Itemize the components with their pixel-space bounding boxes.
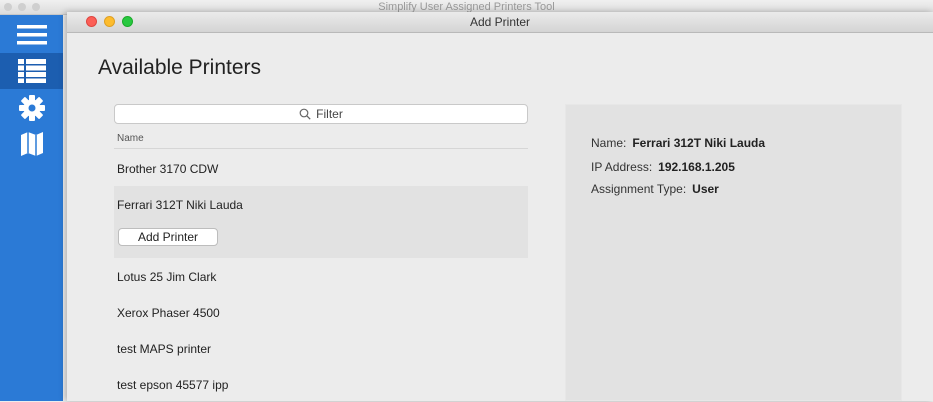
printer-name: test MAPS printer — [117, 342, 212, 356]
detail-ip-value: 192.168.1.205 — [658, 160, 735, 174]
window-titlebar[interactable]: Add Printer — [67, 12, 933, 33]
list-item[interactable]: Lotus 25 Jim Clark — [114, 258, 528, 294]
sidebar — [0, 15, 63, 401]
detail-type-label: Assignment Type: — [591, 182, 687, 196]
printer-list: Brother 3170 CDW Ferrari 312T Niki Lauda… — [114, 150, 528, 402]
printer-details-panel: Name: Ferrari 312T Niki Lauda IP Address:… — [565, 104, 902, 401]
list-item[interactable]: test MAPS printer — [114, 330, 528, 366]
window-title: Add Printer — [469, 15, 531, 29]
detail-name-label: Name: — [591, 136, 627, 150]
list-icon — [17, 59, 46, 83]
detail-name-value: Ferrari 312T Niki Lauda — [632, 136, 766, 150]
list-item-selected[interactable]: Ferrari 312T Niki Lauda Add Printer — [114, 186, 528, 258]
sidebar-item-menu[interactable] — [0, 17, 63, 53]
printer-name: test epson 45577 ipp — [117, 378, 229, 392]
column-header-name[interactable]: Name — [114, 133, 528, 149]
add-printer-button[interactable]: Add Printer — [118, 228, 218, 246]
gear-icon — [18, 95, 45, 121]
detail-assignment-type: Assignment Type: User — [591, 182, 719, 196]
printer-name: Ferrari 312T Niki Lauda — [117, 198, 243, 212]
sidebar-item-settings[interactable] — [0, 90, 63, 126]
printer-name: Lotus 25 Jim Clark — [117, 270, 217, 284]
list-item[interactable]: Xerox Phaser 4500 — [114, 294, 528, 330]
list-item[interactable]: test epson 45577 ipp — [114, 366, 528, 402]
detail-ip-label: IP Address: — [591, 160, 653, 174]
printer-name: Xerox Phaser 4500 — [117, 306, 220, 320]
column-header-label: Name — [117, 133, 144, 144]
add-printer-window: Add Printer Available Printers Filter Na… — [67, 12, 933, 401]
search-field[interactable]: Filter — [114, 104, 528, 124]
sidebar-item-map[interactable] — [0, 126, 63, 162]
hamburger-menu-icon — [16, 25, 47, 45]
list-item[interactable]: Brother 3170 CDW — [114, 150, 528, 186]
printer-name: Brother 3170 CDW — [117, 162, 219, 176]
sidebar-item-list[interactable] — [0, 53, 63, 89]
page-title: Available Printers — [98, 56, 262, 79]
map-icon — [20, 132, 43, 156]
search-icon — [299, 108, 311, 120]
detail-type-value: User — [692, 182, 719, 196]
search-placeholder: Filter — [316, 107, 343, 121]
detail-name: Name: Ferrari 312T Niki Lauda — [591, 136, 765, 150]
detail-ip: IP Address: 192.168.1.205 — [591, 160, 735, 174]
